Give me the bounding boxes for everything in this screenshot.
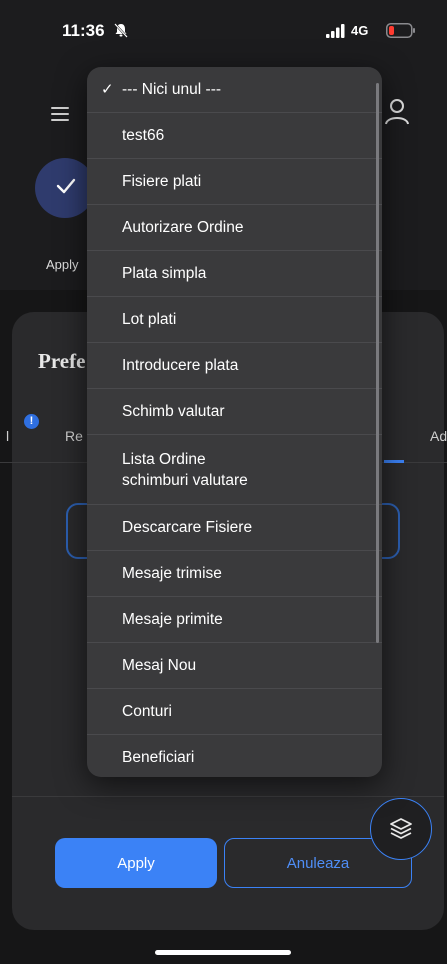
dropdown-item[interactable]: test66 xyxy=(87,113,382,159)
battery-low-icon xyxy=(386,23,415,38)
dropdown-item-label: Beneficiari xyxy=(122,748,195,766)
dropdown-item-label: Lot plati xyxy=(122,310,177,328)
tab-left[interactable]: l xyxy=(6,428,9,444)
dropdown-list: ✓ --- Nici unul --- test66 Fisiere plati… xyxy=(87,67,382,777)
layers-icon xyxy=(390,818,412,839)
dropdown-item-label: Lista Ordine schimburi valutare xyxy=(122,450,248,489)
selected-check-icon: ✓ xyxy=(101,81,114,98)
dropdown-item-label: --- Nici unul --- xyxy=(122,80,222,98)
dropdown-item-label: Introducere plata xyxy=(122,356,239,374)
dropdown-item-label: Fisiere plati xyxy=(122,172,202,190)
dropdown-item-none[interactable]: ✓ --- Nici unul --- xyxy=(87,67,382,113)
dropdown-item[interactable]: Mesaj Nou xyxy=(87,643,382,689)
dropdown-item-label: Mesaje primite xyxy=(122,610,223,628)
checkmark-icon xyxy=(56,178,76,194)
dropdown-item[interactable]: Descarcare Fisiere xyxy=(87,505,382,551)
dropdown-item-label: Schimb valutar xyxy=(122,402,225,420)
dropdown-item[interactable]: Lot plati xyxy=(87,297,382,343)
home-indicator xyxy=(155,950,291,955)
tab-active-indicator xyxy=(384,460,404,463)
dropdown-item[interactable]: Fisiere plati xyxy=(87,159,382,205)
menu-icon[interactable] xyxy=(51,106,71,122)
dropdown-item-label: Mesaje trimise xyxy=(122,564,222,582)
tab-right[interactable]: Ad xyxy=(430,428,447,444)
cellular-signal-icon xyxy=(326,24,345,38)
status-time: 11:36 xyxy=(62,21,105,40)
dropdown-item[interactable]: Lista Ordine schimburi valutare xyxy=(87,435,382,505)
dropdown-item-label: Descarcare Fisiere xyxy=(122,518,253,536)
layers-button[interactable] xyxy=(370,798,432,860)
dropdown-item[interactable]: Mesaje trimise xyxy=(87,551,382,597)
notification-badge: ! xyxy=(24,414,39,429)
dropdown-menu: ✓ --- Nici unul --- test66 Fisiere plati… xyxy=(87,67,382,777)
dropdown-item-label: test66 xyxy=(122,126,165,144)
apply-button[interactable]: Apply xyxy=(55,838,217,888)
network-type: 4G xyxy=(351,23,369,38)
dropdown-item[interactable]: Autorizare Ordine xyxy=(87,205,382,251)
status-bar: 11:36 4G xyxy=(0,0,447,60)
dropdown-item-label: Conturi xyxy=(122,702,172,720)
dropdown-item[interactable]: Introducere plata xyxy=(87,343,382,389)
divider xyxy=(12,796,444,797)
dropdown-item[interactable]: Mesaje primite xyxy=(87,597,382,643)
tab-middle[interactable]: Re xyxy=(65,428,83,444)
bell-slash-icon xyxy=(114,23,128,38)
dropdown-item-label: Mesaj Nou xyxy=(122,656,197,674)
scrollbar[interactable] xyxy=(376,83,379,643)
dropdown-item-label: Plata simpla xyxy=(122,264,207,282)
dropdown-item[interactable]: Beneficiari xyxy=(87,735,382,777)
step-label: Apply xyxy=(46,257,79,272)
dropdown-item[interactable]: Schimb valutar xyxy=(87,389,382,435)
sheet-title: Prefe xyxy=(38,349,86,373)
dropdown-item[interactable]: Conturi xyxy=(87,689,382,735)
dropdown-item[interactable]: Plata simpla xyxy=(87,251,382,297)
dropdown-item-label: Autorizare Ordine xyxy=(122,218,244,236)
user-icon[interactable] xyxy=(384,98,410,126)
